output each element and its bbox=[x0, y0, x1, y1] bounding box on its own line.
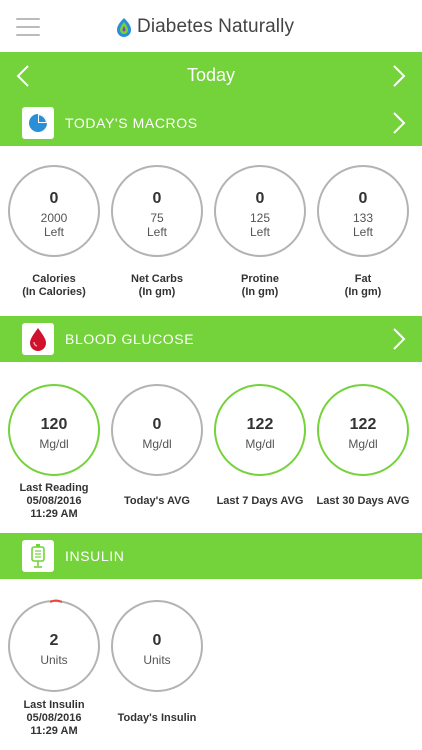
last-30-days-avg-label: Last 30 Days AVG bbox=[316, 495, 410, 507]
last-7-days-avg-value: 122 bbox=[246, 416, 274, 433]
last-7-days-avg-ring[interactable]: 122 Mg/dl bbox=[214, 384, 306, 476]
protine-value: 0 bbox=[255, 190, 265, 207]
macros-title: TODAY'S MACROS bbox=[65, 115, 198, 131]
last-insulin-time: 11:29 AM bbox=[30, 725, 78, 737]
todays-insulin-label: Today's Insulin bbox=[117, 712, 197, 724]
protine-unit: (In gm) bbox=[241, 286, 279, 298]
day-navigation: Today bbox=[0, 52, 422, 100]
todays-avg-ring[interactable]: 0 Mg/dl bbox=[111, 384, 203, 476]
fat-label: Fat bbox=[354, 273, 372, 285]
last-7-days-avg-unit: Mg/dl bbox=[245, 437, 275, 451]
blood-glucose-icon-box bbox=[22, 323, 54, 355]
protine-caption: Protine (In gm) bbox=[208, 273, 312, 299]
macros-section-header[interactable]: TODAY'S MACROS bbox=[0, 100, 422, 146]
last-30-days-avg-ring[interactable]: 122 Mg/dl bbox=[317, 384, 409, 476]
app-name: Diabetes Naturally bbox=[137, 16, 295, 37]
insulin-progress-marker bbox=[50, 599, 62, 603]
protine-remaining: 125 bbox=[249, 211, 271, 225]
protine-left-label: Left bbox=[249, 225, 270, 239]
fat-value: 0 bbox=[358, 190, 368, 207]
next-day-arrow-icon[interactable] bbox=[386, 62, 412, 90]
calories-label: Calories bbox=[32, 273, 76, 285]
last-insulin-value: 2 bbox=[49, 632, 59, 649]
todays-avg-value: 0 bbox=[152, 416, 162, 433]
macros-icon-box bbox=[22, 107, 54, 139]
insulin-title: INSULIN bbox=[65, 548, 125, 564]
calories-left-label: Left bbox=[43, 225, 64, 239]
todays-insulin-unit: Units bbox=[143, 653, 171, 667]
last-reading-date: 05/08/2016 bbox=[26, 495, 82, 507]
calories-remaining: 2000 bbox=[40, 211, 68, 225]
blood-glucose-title: BLOOD GLUCOSE bbox=[65, 331, 195, 347]
todays-insulin-ring[interactable]: 0 Units bbox=[111, 600, 203, 692]
pie-chart-icon bbox=[29, 114, 47, 132]
last-reading-unit: Mg/dl bbox=[39, 437, 69, 451]
last-7-days-avg-caption: Last 7 Days AVG bbox=[208, 495, 312, 508]
net-carbs-unit: (In gm) bbox=[138, 286, 176, 298]
net-carbs-remaining: 75 bbox=[150, 211, 164, 225]
blood-drop-icon bbox=[30, 328, 46, 351]
last-insulin-caption: Last Insulin 05/08/2016 11:29 AM bbox=[2, 699, 106, 738]
insulin-section-header[interactable]: INSULIN bbox=[0, 533, 422, 579]
last-30-days-avg-caption: Last 30 Days AVG bbox=[311, 495, 415, 508]
last-reading-time: 11:29 AM bbox=[30, 508, 78, 520]
last-insulin-date: 05/08/2016 bbox=[26, 712, 82, 724]
last-reading-ring[interactable]: 120 Mg/dl bbox=[8, 384, 100, 476]
net-carbs-value: 0 bbox=[152, 190, 162, 207]
menu-icon[interactable] bbox=[16, 18, 40, 36]
fat-remaining: 133 bbox=[352, 211, 374, 225]
protine-label: Protine bbox=[241, 273, 279, 285]
last-30-days-avg-unit: Mg/dl bbox=[348, 437, 378, 451]
last-insulin-ring[interactable]: 2 Units bbox=[8, 599, 100, 692]
last-insulin-label: Last Insulin bbox=[23, 699, 85, 711]
todays-avg-label: Today's AVG bbox=[124, 495, 190, 507]
todays-avg-unit: Mg/dl bbox=[142, 437, 172, 451]
todays-insulin-caption: Today's Insulin bbox=[105, 712, 209, 725]
fat-left-label: Left bbox=[352, 225, 373, 239]
net-carbs-caption: Net Carbs (In gm) bbox=[105, 273, 209, 299]
insulin-icon-box bbox=[22, 540, 54, 572]
insulin-bag-icon bbox=[31, 544, 45, 568]
fat-ring[interactable]: 0 133 Left bbox=[317, 165, 409, 257]
last-7-days-avg-label: Last 7 Days AVG bbox=[216, 495, 304, 507]
todays-avg-caption: Today's AVG bbox=[105, 495, 209, 508]
net-carbs-ring[interactable]: 0 75 Left bbox=[111, 165, 203, 257]
blood-glucose-chevron-right-icon[interactable] bbox=[390, 326, 408, 352]
macros-chevron-right-icon[interactable] bbox=[390, 110, 408, 136]
fat-caption: Fat (In gm) bbox=[311, 273, 415, 299]
last-reading-caption: Last Reading 05/08/2016 11:29 AM bbox=[2, 482, 106, 521]
day-title: Today bbox=[186, 65, 236, 85]
calories-ring[interactable]: 0 2000 Left bbox=[8, 165, 100, 257]
last-30-days-avg-value: 122 bbox=[349, 416, 377, 433]
last-reading-value: 120 bbox=[40, 416, 68, 433]
top-bar: Diabetes Naturally bbox=[0, 0, 422, 52]
calories-caption: Calories (In Calories) bbox=[2, 273, 106, 299]
protine-ring[interactable]: 0 125 Left bbox=[214, 165, 306, 257]
last-reading-label: Last Reading bbox=[19, 482, 89, 494]
fat-unit: (In gm) bbox=[344, 286, 382, 298]
app-logo-icon bbox=[117, 18, 131, 37]
net-carbs-label: Net Carbs bbox=[131, 273, 183, 285]
blood-glucose-section-header[interactable]: BLOOD GLUCOSE bbox=[0, 316, 422, 362]
calories-value: 0 bbox=[49, 190, 59, 207]
net-carbs-left-label: Left bbox=[146, 225, 167, 239]
last-insulin-unit: Units bbox=[40, 653, 68, 667]
brand: Diabetes Naturally bbox=[114, 16, 294, 38]
calories-unit: (In Calories) bbox=[22, 286, 86, 298]
todays-insulin-value: 0 bbox=[152, 632, 162, 649]
